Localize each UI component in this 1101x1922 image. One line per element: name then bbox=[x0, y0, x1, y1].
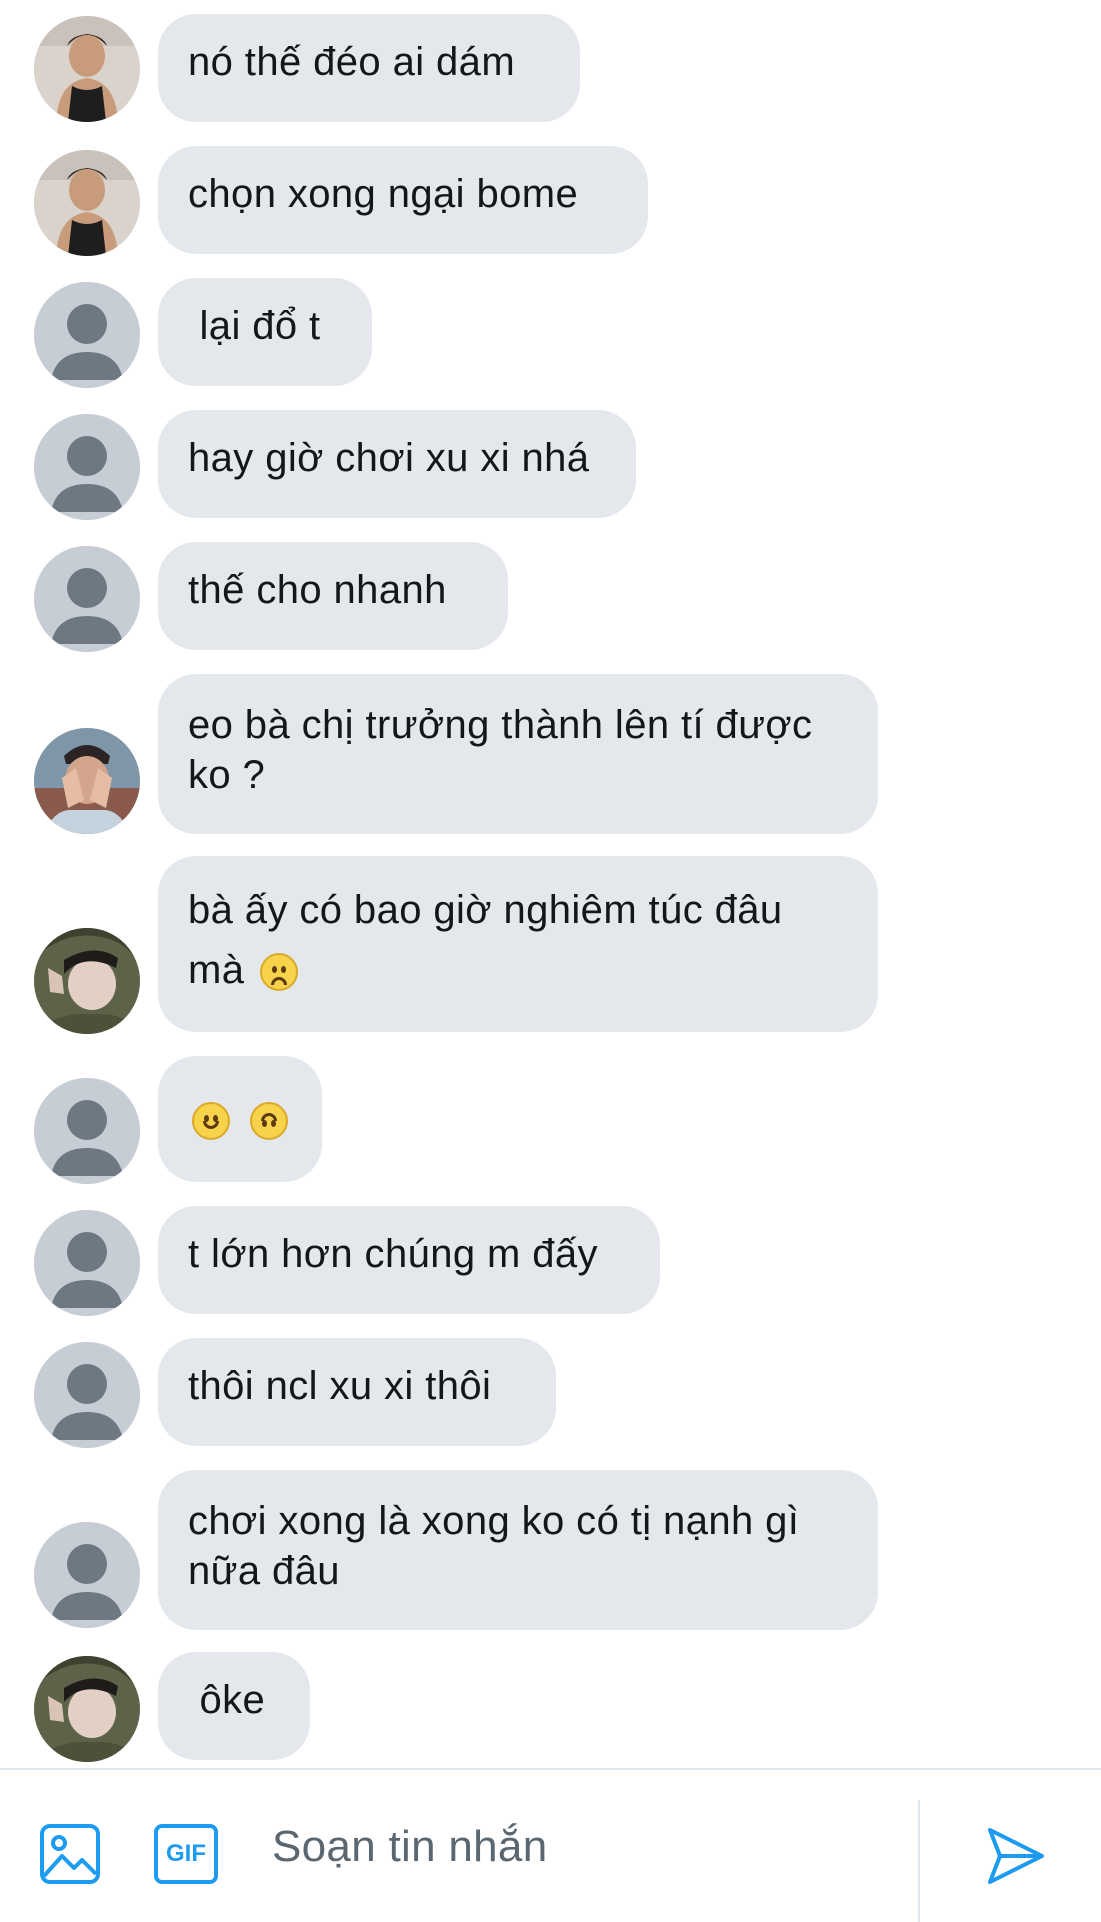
photo-boy-tanktop-avatar[interactable] bbox=[34, 150, 140, 256]
message-bubble[interactable]: chọn xong ngại bome bbox=[158, 146, 648, 254]
default-user-avatar[interactable] bbox=[34, 1078, 140, 1184]
message-bubble[interactable]: t lớn hơn chúng m đấy bbox=[158, 1206, 660, 1314]
photo-girl-hood-avatar[interactable] bbox=[34, 1656, 140, 1762]
photo-girl-hood-avatar[interactable] bbox=[34, 928, 140, 1034]
photo-boy-tanktop-avatar[interactable] bbox=[34, 16, 140, 122]
message-list: nó thế đéo ai dám chọn xong ngại bome lạ… bbox=[0, 0, 1101, 1768]
composer-divider bbox=[918, 1800, 920, 1922]
message-line: eo bà chị trưởng thành lên tí được bbox=[188, 703, 813, 747]
default-user-avatar[interactable] bbox=[34, 1210, 140, 1316]
send-icon[interactable] bbox=[984, 1824, 1048, 1888]
compose-message-input[interactable] bbox=[270, 1806, 894, 1888]
gif-label: GIF bbox=[166, 1840, 206, 1867]
message-bubble[interactable]: thế cho nhanh bbox=[158, 542, 508, 650]
slightly-smiling-face-emoji-icon bbox=[192, 1102, 230, 1141]
message-bubble[interactable]: chơi xong là xong ko có tị nạnh gì nữa đ… bbox=[158, 1470, 878, 1630]
message-bubble[interactable] bbox=[158, 1056, 322, 1182]
photo-hands-face-avatar[interactable] bbox=[34, 728, 140, 834]
message-line: bà ấy có bao giờ nghiêm túc đâu bbox=[188, 888, 783, 932]
message-line: mà bbox=[188, 938, 848, 1002]
default-user-avatar[interactable] bbox=[34, 282, 140, 388]
upside-down-face-emoji-icon bbox=[249, 1102, 288, 1141]
default-user-avatar[interactable] bbox=[34, 414, 140, 520]
default-user-avatar[interactable] bbox=[34, 1342, 140, 1448]
slightly-frowning-face-emoji-icon bbox=[259, 953, 298, 992]
default-user-avatar[interactable] bbox=[34, 1522, 140, 1628]
default-user-avatar[interactable] bbox=[34, 546, 140, 652]
message-bubble[interactable]: hay giờ chơi xu xi nhá bbox=[158, 410, 636, 518]
gif-button[interactable]: GIF bbox=[154, 1824, 218, 1884]
message-line: ko ? bbox=[188, 753, 266, 797]
message-line: chơi xong là xong ko có tị nạnh gì bbox=[188, 1499, 800, 1543]
image-icon[interactable] bbox=[40, 1824, 100, 1884]
message-text: mà bbox=[188, 948, 245, 992]
message-line: nữa đâu bbox=[188, 1549, 340, 1593]
message-composer: GIF bbox=[0, 1768, 1101, 1922]
message-bubble[interactable]: lại đổ t bbox=[158, 278, 372, 386]
message-bubble[interactable]: eo bà chị trưởng thành lên tí được ko ? bbox=[158, 674, 878, 834]
message-bubble[interactable]: nó thế đéo ai dám bbox=[158, 14, 580, 122]
message-bubble[interactable]: ôke bbox=[158, 1652, 310, 1760]
message-bubble[interactable]: thôi ncl xu xi thôi bbox=[158, 1338, 556, 1446]
message-bubble[interactable]: bà ấy có bao giờ nghiêm túc đâu mà bbox=[158, 856, 878, 1032]
